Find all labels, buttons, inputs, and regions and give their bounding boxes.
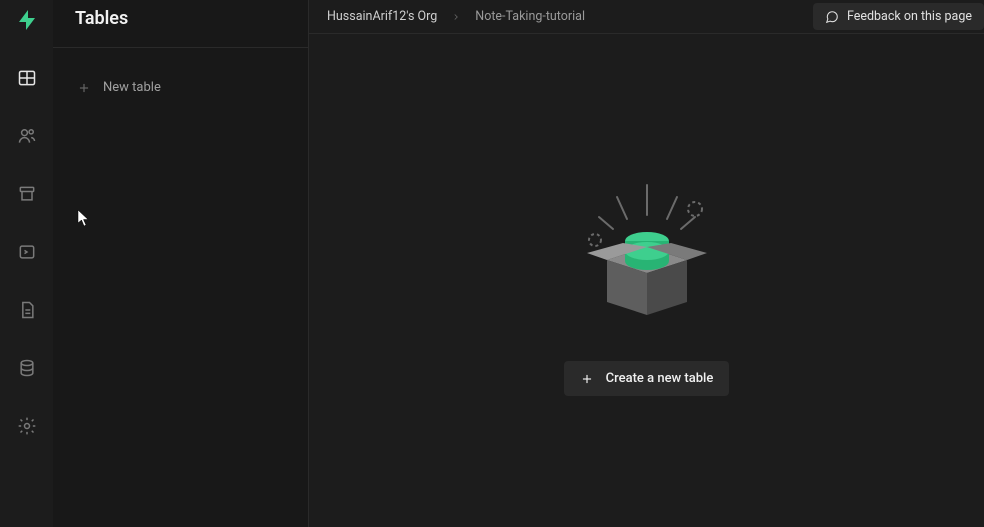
nav-sql-icon[interactable] (7, 234, 47, 270)
logo-icon[interactable] (15, 8, 39, 32)
chevron-right-icon (451, 12, 461, 22)
new-table-button[interactable]: New table (53, 66, 308, 109)
main-area: HussainArif12's Org Note-Taking-tutorial… (309, 0, 984, 527)
nav-storage-icon[interactable] (7, 176, 47, 212)
feedback-label: Feedback on this page (847, 9, 972, 24)
create-table-label: Create a new table (606, 371, 714, 386)
breadcrumb-org[interactable]: HussainArif12's Org (327, 9, 437, 24)
breadcrumb: HussainArif12's Org Note-Taking-tutorial (327, 9, 585, 24)
comment-icon (825, 10, 839, 24)
nav-docs-icon[interactable] (7, 292, 47, 328)
nav-auth-icon[interactable] (7, 118, 47, 154)
feedback-button[interactable]: Feedback on this page (813, 3, 984, 30)
sidebar: Tables New table (53, 0, 309, 527)
nav-settings-icon[interactable] (7, 408, 47, 444)
sidebar-title: Tables (53, 0, 308, 47)
topbar: HussainArif12's Org Note-Taking-tutorial… (309, 0, 984, 34)
empty-box-illustration (567, 175, 727, 335)
breadcrumb-project[interactable]: Note-Taking-tutorial (475, 9, 585, 24)
new-table-label: New table (103, 80, 161, 95)
create-table-button[interactable]: Create a new table (564, 361, 730, 396)
empty-state: Create a new table (309, 34, 984, 527)
plus-icon (580, 372, 594, 386)
divider (53, 47, 308, 48)
nav-rail (0, 0, 53, 527)
nav-tables-icon[interactable] (7, 60, 47, 96)
nav-database-icon[interactable] (7, 350, 47, 386)
plus-icon (77, 81, 91, 95)
